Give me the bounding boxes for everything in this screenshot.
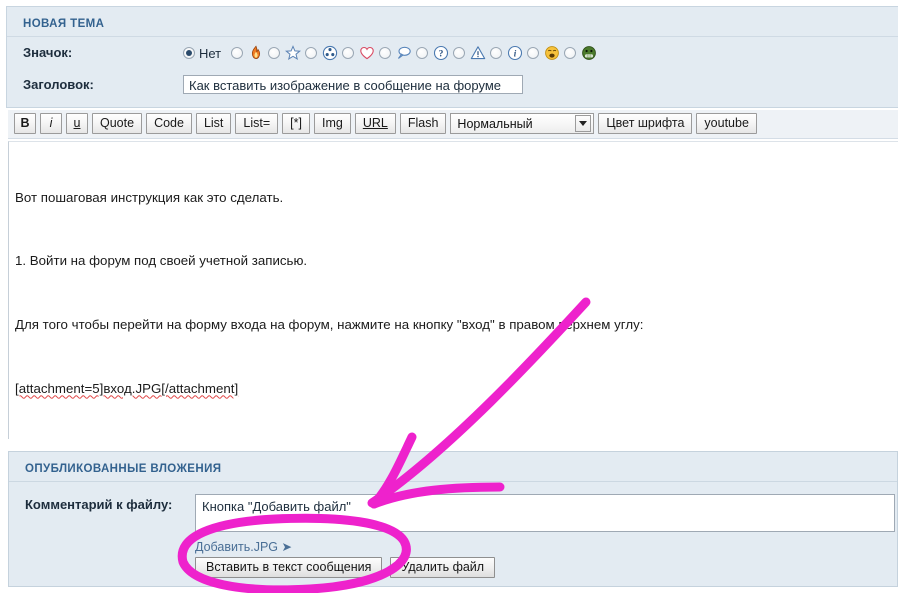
icon-select-row: Значок: Нет [7, 37, 898, 67]
file-comment-label: Комментарий к файлу: [25, 494, 195, 578]
attachments-header: ОПУБЛИКОВАННЫЕ ВЛОЖЕНИЯ [9, 452, 897, 482]
body-line: [attachment=5]вход.JPG[/attachment] [15, 378, 898, 399]
message-body-text: Вот пошаговая инструкция как это сделать… [9, 142, 898, 439]
radio-heart[interactable] [342, 47, 354, 59]
fire-icon[interactable] [247, 45, 264, 62]
new-topic-header-title: НОВАЯ ТЕМА [23, 18, 104, 30]
url-button[interactable]: URL [355, 113, 396, 134]
radio-none[interactable] [183, 47, 195, 59]
soccer-ball-icon[interactable] [321, 45, 338, 62]
question-mark-icon[interactable]: ? [432, 45, 449, 62]
file-comment-input[interactable]: Кнопка "Добавить файл" [195, 494, 895, 532]
body-line: 1. Войти на форум под своей учетной запи… [15, 250, 898, 271]
icon-option-star[interactable] [268, 45, 301, 62]
font-size-select-value: Нормальный [457, 117, 532, 131]
font-size-select[interactable]: Нормальный [450, 113, 594, 134]
radio-soccer[interactable] [305, 47, 317, 59]
speech-bubble-icon[interactable] [395, 45, 412, 62]
yellow-smiley-icon[interactable] [543, 45, 560, 62]
svg-text:?: ? [438, 49, 443, 59]
bold-button[interactable]: B [14, 113, 36, 134]
radio-info[interactable] [490, 47, 502, 59]
icon-option-speech[interactable] [379, 45, 412, 62]
new-topic-header: НОВАЯ ТЕМА [7, 7, 898, 37]
attached-file-link[interactable]: Добавить.JPG ➤ [195, 539, 897, 554]
quote-button[interactable]: Quote [92, 113, 142, 134]
message-body-textarea[interactable]: Вот пошаговая инструкция как это сделать… [8, 141, 898, 439]
bbcode-toolbar: B i u Quote Code List List= [*] Img URL … [8, 110, 898, 134]
code-button[interactable]: Code [146, 113, 192, 134]
body-line: Для того чтобы перейти на форму входа на… [15, 314, 898, 335]
icon-option-warning[interactable] [453, 45, 486, 62]
icon-option-none-label: Нет [199, 46, 221, 61]
radio-question[interactable] [416, 47, 428, 59]
green-smiley-icon[interactable] [580, 45, 597, 62]
attachment-button-row: Вставить в текст сообщения Удалить файл [195, 557, 897, 578]
icon-option-fire[interactable] [231, 45, 264, 62]
font-color-button[interactable]: Цвет шрифта [598, 113, 692, 134]
icon-radio-group[interactable]: Нет [183, 43, 601, 62]
icon-option-none[interactable]: Нет [183, 46, 227, 61]
new-topic-panel: НОВАЯ ТЕМА Значок: Нет [6, 6, 898, 108]
attached-file-name: Добавить.JPG [195, 540, 278, 554]
radio-fire[interactable] [231, 47, 243, 59]
list-eq-button[interactable]: List= [235, 113, 278, 134]
heart-icon[interactable] [358, 45, 375, 62]
insert-into-message-button[interactable]: Вставить в текст сообщения [195, 557, 382, 578]
italic-button[interactable]: i [40, 113, 62, 134]
radio-green-smiley[interactable] [564, 47, 576, 59]
radio-yellow-smiley[interactable] [527, 47, 539, 59]
icon-option-info[interactable]: i [490, 45, 523, 62]
attachments-header-title: ОПУБЛИКОВАННЫЕ ВЛОЖЕНИЯ [25, 463, 221, 475]
published-attachments-panel: ОПУБЛИКОВАННЫЕ ВЛОЖЕНИЯ Комментарий к фа… [8, 451, 898, 587]
img-button[interactable]: Img [314, 113, 351, 134]
icon-row-label: Значок: [23, 45, 183, 60]
flash-button[interactable]: Flash [400, 113, 447, 134]
radio-speech[interactable] [379, 47, 391, 59]
attachments-body: Комментарий к файлу: Кнопка "Добавить фа… [9, 482, 897, 578]
warning-triangle-icon[interactable] [469, 45, 486, 62]
star-icon[interactable] [284, 45, 301, 62]
title-input[interactable]: Как вставить изображение в сообщение на … [183, 75, 523, 94]
delete-file-button[interactable]: Удалить файл [390, 557, 495, 578]
body-line: Вот пошаговая инструкция как это сделать… [15, 187, 898, 208]
attachments-controls: Кнопка "Добавить файл" Добавить.JPG ➤ Вс… [195, 494, 897, 578]
icon-option-question[interactable]: ? [416, 45, 449, 62]
icon-option-green-smiley[interactable] [564, 45, 597, 62]
radio-star[interactable] [268, 47, 280, 59]
forum-new-topic-page: НОВАЯ ТЕМА Значок: Нет [0, 0, 898, 593]
list-item-button[interactable]: [*] [282, 113, 310, 134]
title-row: Заголовок: Как вставить изображение в со… [7, 67, 898, 107]
arrow-right-icon: ➤ [282, 540, 292, 554]
bbcode-toolbar-bar: B i u Quote Code List List= [*] Img URL … [8, 110, 898, 139]
icon-option-soccer[interactable] [305, 45, 338, 62]
chevron-down-icon[interactable] [575, 115, 591, 132]
icon-option-yellow-smiley[interactable] [527, 45, 560, 62]
radio-warning[interactable] [453, 47, 465, 59]
icon-option-heart[interactable] [342, 45, 375, 62]
underline-button[interactable]: u [66, 113, 88, 134]
info-icon[interactable]: i [506, 45, 523, 62]
title-row-label: Заголовок: [23, 77, 183, 92]
youtube-button[interactable]: youtube [696, 113, 756, 134]
list-button[interactable]: List [196, 113, 231, 134]
